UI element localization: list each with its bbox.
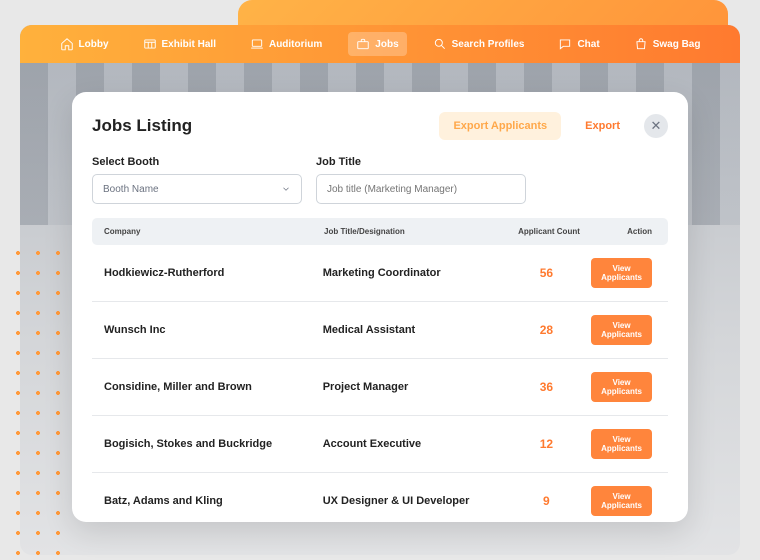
cell-title: Account Executive [323,438,502,450]
cell-title: UX Designer & UI Developer [323,495,502,507]
job-title-input[interactable] [316,174,526,204]
panel-header: Jobs Listing Export Applicants Export ✕ [92,112,668,140]
table-body: Hodkiewicz-Rutherford Marketing Coordina… [92,245,668,522]
jobs-listing-panel: Jobs Listing Export Applicants Export ✕ … [72,92,688,522]
cell-count: 12 [502,437,591,451]
view-applicants-button[interactable]: View Applicants [591,429,652,459]
chat-icon [558,37,572,51]
cell-count: 36 [502,380,591,394]
table-row: Wunsch Inc Medical Assistant 28 View App… [92,302,668,359]
view-applicants-button[interactable]: View Applicants [591,372,652,402]
laptop-icon [250,37,264,51]
cell-company: Batz, Adams and Kling [104,495,323,507]
booth-filter-label: Select Booth [92,156,302,168]
job-title-filter-label: Job Title [316,156,526,168]
col-header-company: Company [104,227,324,236]
chevron-down-icon [281,184,291,194]
cell-count: 56 [502,266,591,280]
home-icon [60,37,74,51]
booth-icon [143,37,157,51]
view-applicants-button[interactable]: View Applicants [591,486,652,516]
col-header-title: Job Title/Designation [324,227,504,236]
panel-header-actions: Export Applicants Export ✕ [439,112,668,140]
nav-chat[interactable]: Chat [550,32,607,56]
table-row: Considine, Miller and Brown Project Mana… [92,359,668,416]
cell-count: 9 [502,494,591,508]
nav-label: Jobs [375,39,398,50]
export-button[interactable]: Export [571,112,634,140]
nav-search-profiles[interactable]: Search Profiles [425,32,533,56]
cell-company: Wunsch Inc [104,324,323,336]
table-row: Bogisich, Stokes and Buckridge Account E… [92,416,668,473]
search-icon [433,37,447,51]
top-navbar: Lobby Exhibit Hall Auditorium Jobs Searc… [20,25,740,63]
nav-auditorium[interactable]: Auditorium [242,32,330,56]
close-icon: ✕ [651,118,662,134]
cell-company: Considine, Miller and Brown [104,381,323,393]
decorative-dots [0,235,70,560]
booth-select-value: Booth Name [103,184,159,195]
nav-label: Chat [577,39,599,50]
nav-lobby[interactable]: Lobby [52,32,117,56]
table-header-row: Company Job Title/Designation Applicant … [92,218,668,245]
booth-filter-group: Select Booth Booth Name [92,156,302,204]
cell-company: Hodkiewicz-Rutherford [104,267,323,279]
booth-select[interactable]: Booth Name [92,174,302,204]
job-title-filter-group: Job Title [316,156,526,204]
cell-count: 28 [502,323,591,337]
table-row: Hodkiewicz-Rutherford Marketing Coordina… [92,245,668,302]
nav-label: Exhibit Hall [162,39,216,50]
nav-label: Search Profiles [452,39,525,50]
close-button[interactable]: ✕ [644,114,668,138]
nav-swag-bag[interactable]: Swag Bag [626,32,709,56]
nav-label: Auditorium [269,39,322,50]
view-applicants-button[interactable]: View Applicants [591,258,652,288]
nav-jobs[interactable]: Jobs [348,32,406,56]
cell-company: Bogisich, Stokes and Buckridge [104,438,323,450]
export-applicants-button[interactable]: Export Applicants [439,112,561,140]
bag-icon [634,37,648,51]
cell-title: Medical Assistant [323,324,502,336]
col-header-action: Action [594,227,656,236]
table-row: Batz, Adams and Kling UX Designer & UI D… [92,473,668,522]
nav-exhibit-hall[interactable]: Exhibit Hall [135,32,224,56]
view-applicants-button[interactable]: View Applicants [591,315,652,345]
cell-title: Project Manager [323,381,502,393]
cell-title: Marketing Coordinator [323,267,502,279]
nav-label: Swag Bag [653,39,701,50]
briefcase-icon [356,37,370,51]
panel-title: Jobs Listing [92,116,192,136]
col-header-count: Applicant Count [504,227,594,236]
filters-row: Select Booth Booth Name Job Title [92,156,668,204]
nav-label: Lobby [79,39,109,50]
